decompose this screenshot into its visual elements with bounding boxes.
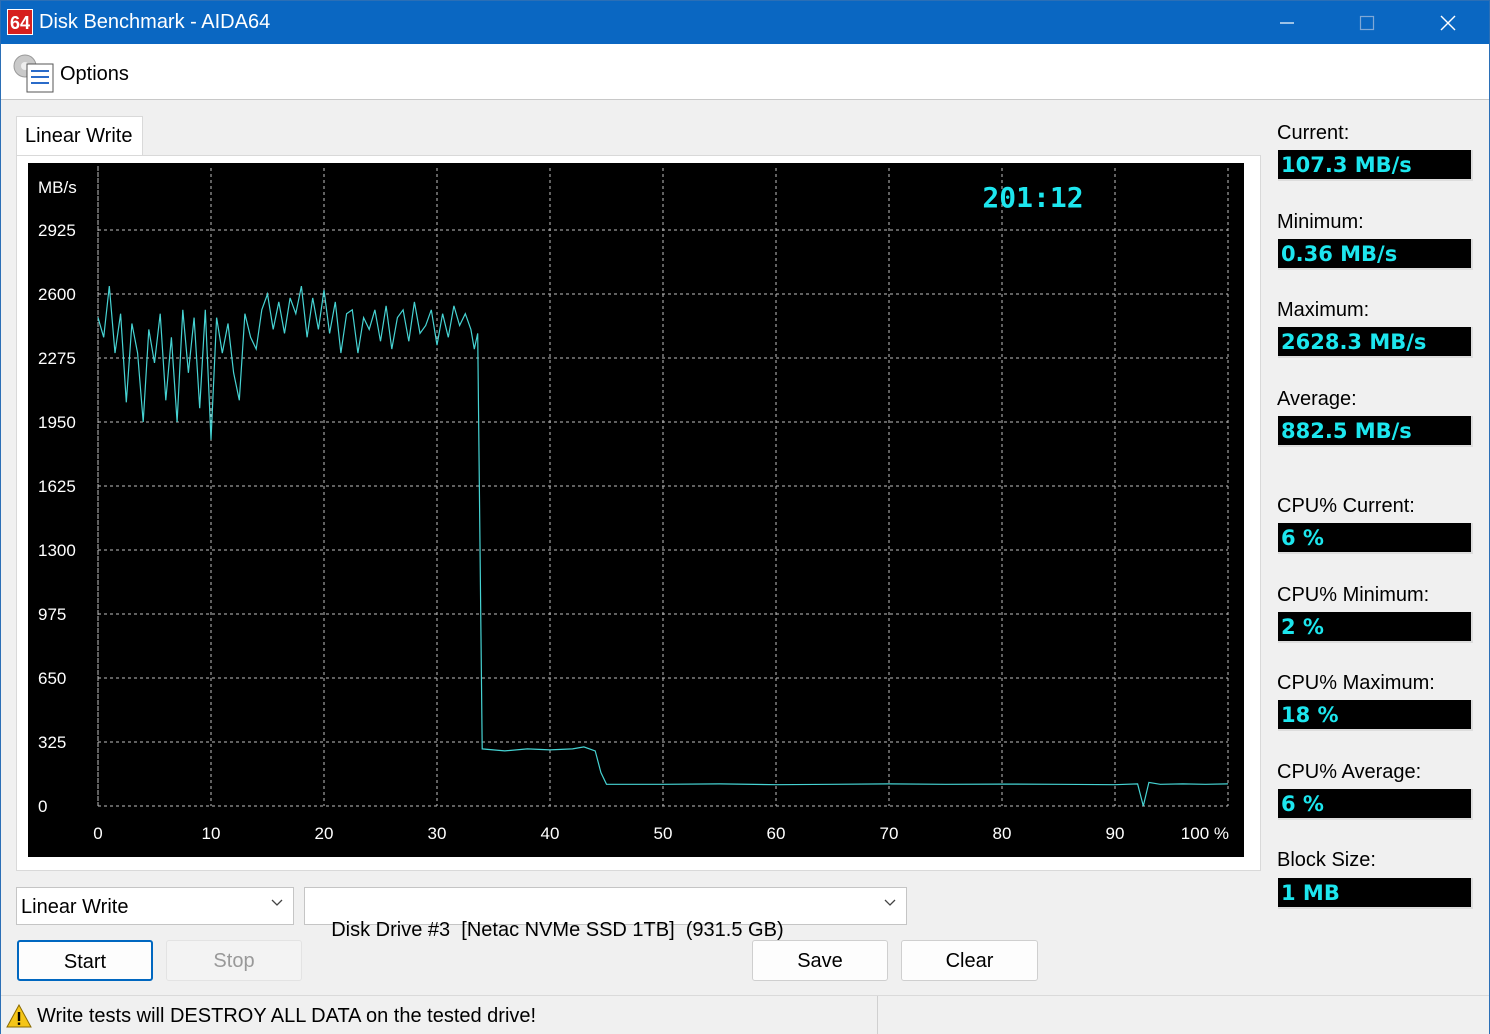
status-bar: Write tests will DESTROY ALL DATA on the… bbox=[1, 995, 1489, 1034]
x-tick-label: 10 bbox=[202, 824, 221, 843]
stat-label: CPU% Maximum: bbox=[1277, 672, 1435, 694]
stat-label: Block Size: bbox=[1277, 849, 1376, 871]
chart-svg: 2925 2600 2275 1950 1625 1300 975 650 325 0 MB/s 0 1… bbox=[38, 166, 1229, 843]
stat-label: Current: bbox=[1277, 122, 1350, 144]
app-window: 64 Disk Benchmark - AIDA64 Options Linea… bbox=[0, 0, 1490, 1034]
elapsed-timer: 201:12 bbox=[982, 181, 1083, 214]
stat-label: CPU% Average: bbox=[1277, 761, 1422, 783]
stat-value: 882.5 MB/s bbox=[1278, 416, 1473, 447]
warning-icon bbox=[6, 1004, 32, 1028]
stat-value: 2628.3 MB/s bbox=[1278, 327, 1473, 358]
stop-button[interactable]: Stop bbox=[166, 940, 302, 981]
minimize-icon bbox=[1280, 22, 1294, 24]
x-tick-label: 50 bbox=[654, 824, 673, 843]
close-button[interactable] bbox=[1408, 1, 1488, 44]
stat-label: Maximum: bbox=[1277, 299, 1370, 321]
y-axis-label: MB/s bbox=[38, 178, 77, 197]
status-warning-text: Write tests will DESTROY ALL DATA on the… bbox=[37, 1005, 537, 1027]
stat-value: 18 % bbox=[1278, 700, 1473, 731]
y-tick-label: 325 bbox=[38, 733, 66, 752]
y-tick-label: 2925 bbox=[38, 221, 76, 240]
stat-value: 6 % bbox=[1278, 789, 1473, 820]
test-type-value: Linear Write bbox=[21, 896, 129, 918]
test-type-select[interactable]: Linear Write bbox=[16, 887, 294, 925]
y-tick-label: 1950 bbox=[38, 413, 76, 432]
stat-value: 0.36 MB/s bbox=[1278, 239, 1473, 270]
drive-select[interactable]: Disk Drive #3 [Netac NVMe SSD 1TB] (931.… bbox=[304, 887, 907, 941]
window-title: Disk Benchmark - AIDA64 bbox=[39, 11, 271, 33]
y-tick-label: 1300 bbox=[38, 541, 76, 560]
stat-label: Average: bbox=[1277, 388, 1357, 410]
x-tick-label: 90 bbox=[1106, 824, 1125, 843]
x-tick-label: 100 % bbox=[1181, 824, 1229, 843]
chevron-down-icon bbox=[884, 899, 896, 906]
title-bar: 64 Disk Benchmark - AIDA64 bbox=[1, 1, 1489, 44]
y-tick-label: 975 bbox=[38, 605, 66, 624]
minimize-button[interactable] bbox=[1247, 1, 1327, 44]
maximize-button[interactable] bbox=[1327, 1, 1407, 44]
aida64-app-icon: 64 bbox=[7, 9, 33, 35]
close-icon bbox=[1440, 15, 1456, 31]
stat-value: 6 % bbox=[1278, 523, 1473, 554]
x-tick-label: 60 bbox=[767, 824, 786, 843]
stat-value: 107.3 MB/s bbox=[1278, 150, 1473, 181]
start-button[interactable]: Start bbox=[17, 940, 153, 981]
maximize-icon bbox=[1359, 15, 1375, 30]
x-tick-label: 20 bbox=[315, 824, 334, 843]
y-tick-label: 1625 bbox=[38, 477, 76, 496]
x-tick-label: 80 bbox=[993, 824, 1012, 843]
x-tick-label: 40 bbox=[541, 824, 560, 843]
menu-bar: Options bbox=[1, 44, 1489, 100]
y-tick-label: 0 bbox=[38, 797, 47, 816]
drive-select-value: Disk Drive #3 [Netac NVMe SSD 1TB] (931.… bbox=[331, 919, 784, 941]
stat-value: 2 % bbox=[1278, 612, 1473, 643]
x-tick-label: 70 bbox=[880, 824, 899, 843]
stat-label: CPU% Minimum: bbox=[1277, 584, 1430, 606]
y-tick-label: 2600 bbox=[38, 285, 76, 304]
benchmark-chart: 2925 2600 2275 1950 1625 1300 975 650 325 0 MB/s 0 1… bbox=[28, 163, 1244, 857]
clear-button[interactable]: Clear bbox=[901, 940, 1038, 981]
stat-label: CPU% Current: bbox=[1277, 495, 1415, 517]
x-tick-label: 30 bbox=[428, 824, 447, 843]
stat-label: Minimum: bbox=[1277, 211, 1364, 233]
y-tick-label: 650 bbox=[38, 669, 66, 688]
chevron-down-icon bbox=[271, 899, 283, 906]
x-tick-label: 0 bbox=[93, 824, 102, 843]
tab-linear-write[interactable]: Linear Write bbox=[16, 116, 143, 156]
y-tick-label: 2275 bbox=[38, 349, 76, 368]
status-separator bbox=[877, 996, 878, 1034]
save-button[interactable]: Save bbox=[752, 940, 888, 981]
stat-value: 1 MB bbox=[1278, 878, 1473, 909]
options-menu-label: Options bbox=[60, 63, 129, 85]
options-icon bbox=[13, 54, 54, 93]
